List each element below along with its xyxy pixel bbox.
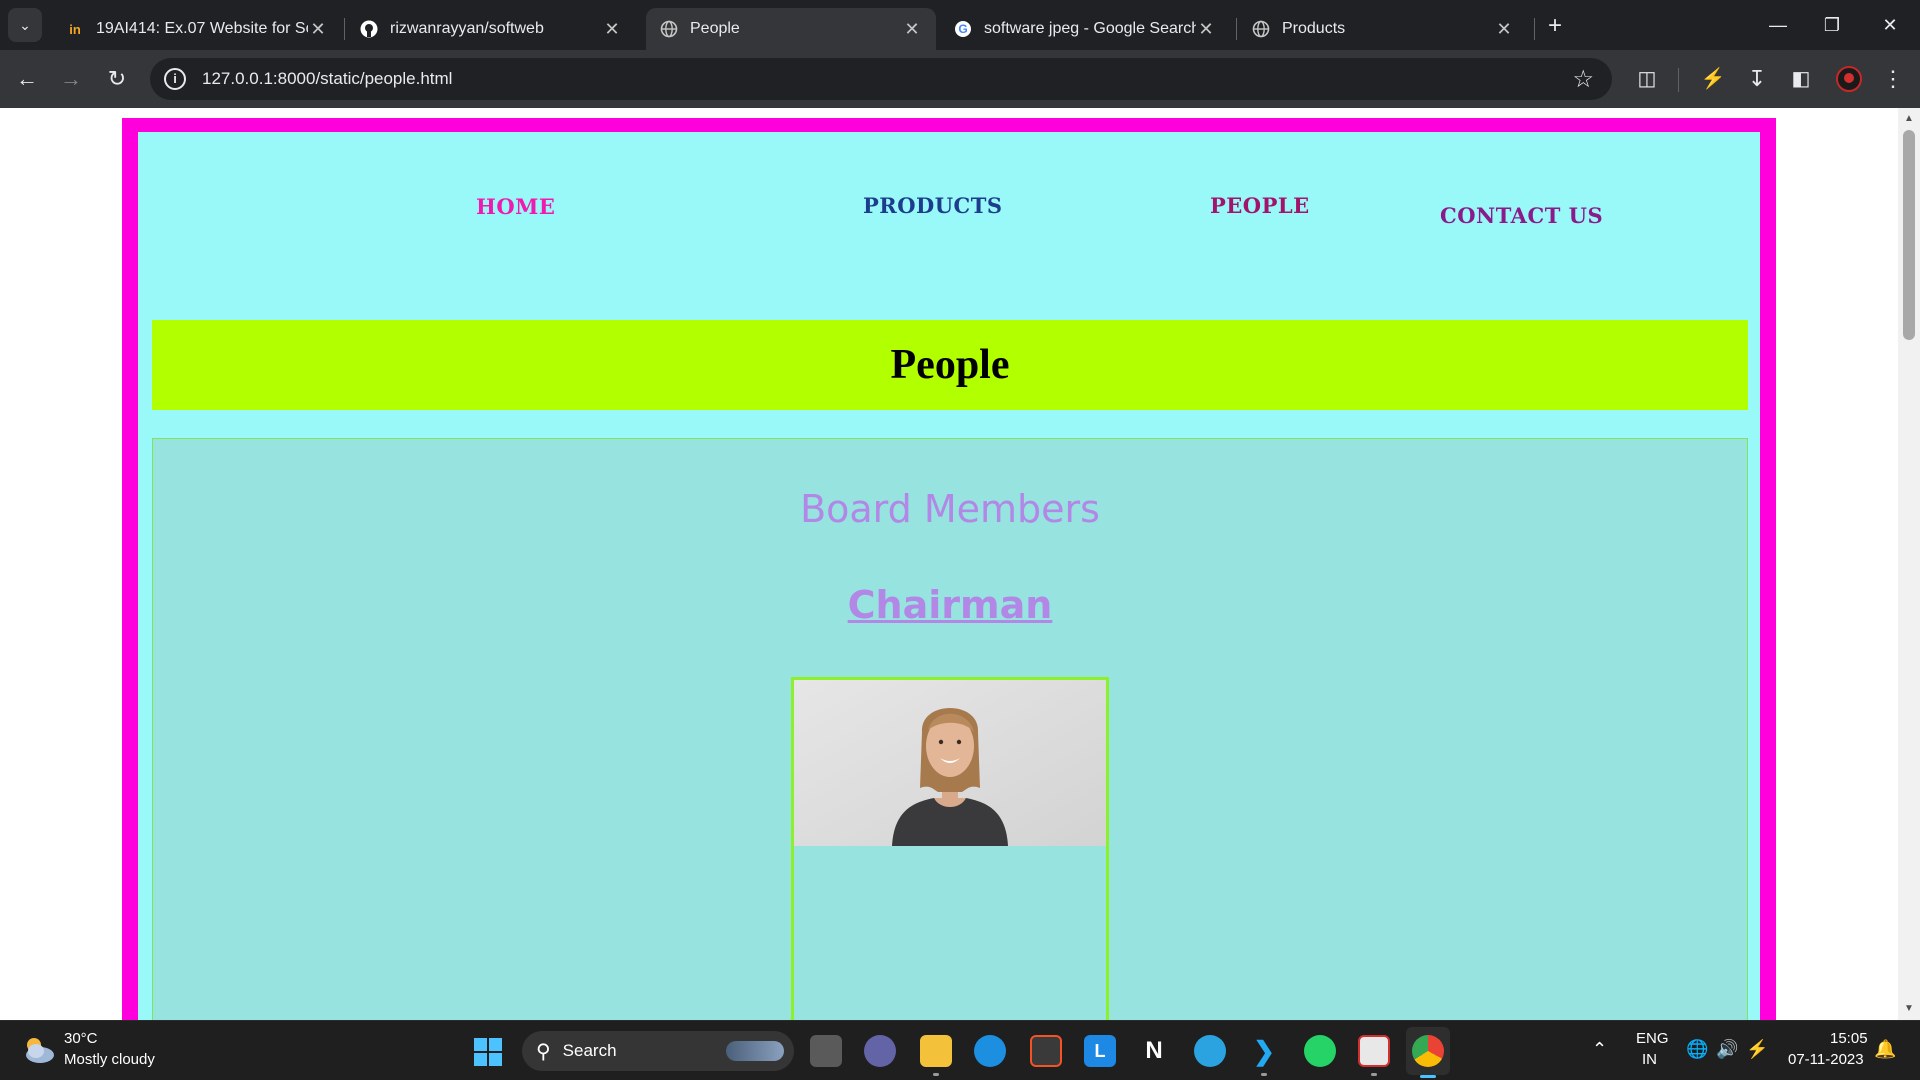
taskbar-search[interactable]: ⚲ Search <box>522 1031 794 1071</box>
edge-icon[interactable] <box>974 1035 1006 1067</box>
tab-google-search[interactable]: G software jpeg - Google Search ✕ <box>940 8 1230 50</box>
close-tab-icon[interactable]: ✕ <box>602 19 622 40</box>
clock-date[interactable]: 07-11-2023 <box>1788 1051 1864 1068</box>
weather-temperature[interactable]: 30°C <box>64 1030 98 1047</box>
weather-description[interactable]: Mostly cloudy <box>64 1051 155 1068</box>
toolbar-divider <box>1678 68 1679 92</box>
performance-icon[interactable]: ⚡ <box>1696 62 1730 96</box>
battery-icon[interactable]: ⚡ <box>1746 1039 1768 1060</box>
whatsapp-icon[interactable] <box>1304 1035 1336 1067</box>
reload-icon[interactable]: ↻ <box>100 62 134 96</box>
address-bar[interactable]: i 127.0.0.1:8000/static/people.html ☆ <box>150 58 1612 100</box>
vscode-icon[interactable]: ❯ <box>1248 1035 1280 1067</box>
snipping-tool-icon[interactable] <box>1358 1035 1390 1067</box>
globe-icon <box>660 20 678 38</box>
url-text[interactable]: 127.0.0.1:8000/static/people.html <box>202 69 1572 89</box>
menu-dots-icon[interactable]: ⋮ <box>1876 62 1910 96</box>
close-tab-icon[interactable]: ✕ <box>308 19 328 40</box>
language-bottom[interactable]: IN <box>1642 1051 1657 1068</box>
close-tab-icon[interactable]: ✕ <box>1494 19 1514 40</box>
search-highlight-image <box>726 1041 784 1061</box>
nav-home-link[interactable]: HOME <box>476 194 555 219</box>
close-tab-icon[interactable]: ✕ <box>1196 19 1216 40</box>
tab-github[interactable]: rizwanrayyan/softweb ✕ <box>346 8 636 50</box>
tab-strip: ⌄ in 19AI414: Ex.07 Website for Soft ✕ r… <box>0 0 1920 50</box>
extensions-icon[interactable]: ◫ <box>1630 62 1664 96</box>
side-panel-icon[interactable]: ◧ <box>1784 62 1818 96</box>
site-info-icon[interactable]: i <box>164 68 186 90</box>
windows-start-icon[interactable] <box>474 1038 502 1066</box>
restore-icon[interactable]: ❐ <box>1812 10 1852 40</box>
chairman-heading-link[interactable]: Chairman <box>848 583 1053 627</box>
page-viewport: HOME PRODUCTS PEOPLE CONTACT US People B… <box>0 108 1920 1020</box>
chrome-icon[interactable] <box>1412 1035 1444 1067</box>
network-icon[interactable]: 🌐 <box>1686 1039 1708 1060</box>
notification-bell-icon[interactable]: 🔔 <box>1874 1039 1896 1060</box>
tab-products[interactable]: Products ✕ <box>1238 8 1528 50</box>
tab-people[interactable]: People ✕ <box>646 8 936 50</box>
nav-contact-link[interactable]: CONTACT US <box>1440 203 1603 228</box>
page-frame: HOME PRODUCTS PEOPLE CONTACT US People B… <box>122 118 1776 1020</box>
download-icon[interactable]: ↧ <box>1740 62 1774 96</box>
file-explorer-icon[interactable] <box>920 1035 952 1067</box>
bookmark-star-icon[interactable]: ☆ <box>1572 65 1594 94</box>
chevron-down-icon: ⌄ <box>19 16 31 33</box>
language-top[interactable]: ENG <box>1636 1030 1669 1047</box>
clock-time[interactable]: 15:05 <box>1830 1030 1868 1047</box>
n-app-icon[interactable]: N <box>1138 1035 1170 1067</box>
teams-chat-icon[interactable] <box>864 1035 896 1067</box>
page-body: HOME PRODUCTS PEOPLE CONTACT US People B… <box>138 132 1760 1020</box>
l-app-icon[interactable]: L <box>1084 1035 1116 1067</box>
task-view-icon[interactable] <box>810 1035 842 1067</box>
github-icon <box>360 20 378 38</box>
new-tab-button[interactable]: + <box>1540 12 1570 42</box>
tab-ex07[interactable]: in 19AI414: Ex.07 Website for Soft ✕ <box>52 8 342 50</box>
weather-cloud-icon[interactable] <box>22 1035 56 1065</box>
telegram-icon[interactable] <box>1194 1035 1226 1067</box>
chairman-card <box>791 677 1109 1020</box>
scroll-up-icon[interactable]: ▲ <box>1898 110 1920 128</box>
back-icon[interactable]: ← <box>10 62 44 96</box>
microsoft-store-icon[interactable] <box>1030 1035 1062 1067</box>
close-window-icon[interactable]: ✕ <box>1870 10 1910 40</box>
chevron-up-icon[interactable]: ⌃ <box>1592 1039 1607 1060</box>
windows-taskbar: 30°C Mostly cloudy ⚲ Search L N ❯ ⌃ ENG … <box>0 1020 1920 1080</box>
page-title: People <box>890 342 1010 388</box>
svg-text:G: G <box>958 22 967 36</box>
chairman-photo <box>794 680 1106 846</box>
browser-toolbar: ← → ↻ i 127.0.0.1:8000/static/people.htm… <box>0 50 1920 108</box>
active-app-indicator <box>1420 1075 1436 1078</box>
itext-icon: in <box>69 21 81 37</box>
close-tab-icon[interactable]: ✕ <box>902 19 922 40</box>
volume-icon[interactable]: 🔊 <box>1716 1039 1738 1060</box>
people-banner: People <box>152 320 1748 410</box>
globe-icon <box>1252 20 1270 38</box>
minimize-icon[interactable]: — <box>1758 10 1798 40</box>
nav-products-link[interactable]: PRODUCTS <box>863 193 1003 218</box>
tab-search-button[interactable]: ⌄ <box>8 8 42 42</box>
scroll-down-icon[interactable]: ▼ <box>1898 1000 1920 1018</box>
vertical-scrollbar[interactable]: ▲ ▼ <box>1898 108 1920 1020</box>
scrollbar-thumb[interactable] <box>1903 130 1915 340</box>
forward-icon[interactable]: → <box>54 62 88 96</box>
google-icon: G <box>954 20 972 38</box>
nav-people-link[interactable]: PEOPLE <box>1210 193 1310 218</box>
profile-avatar[interactable] <box>1836 66 1862 92</box>
chairman-heading-wrap: Chairman <box>153 583 1747 627</box>
section-heading: Board Members <box>800 487 1100 531</box>
board-section: Board Members Chairman <box>152 438 1748 1020</box>
search-icon: ⚲ <box>536 1040 551 1063</box>
